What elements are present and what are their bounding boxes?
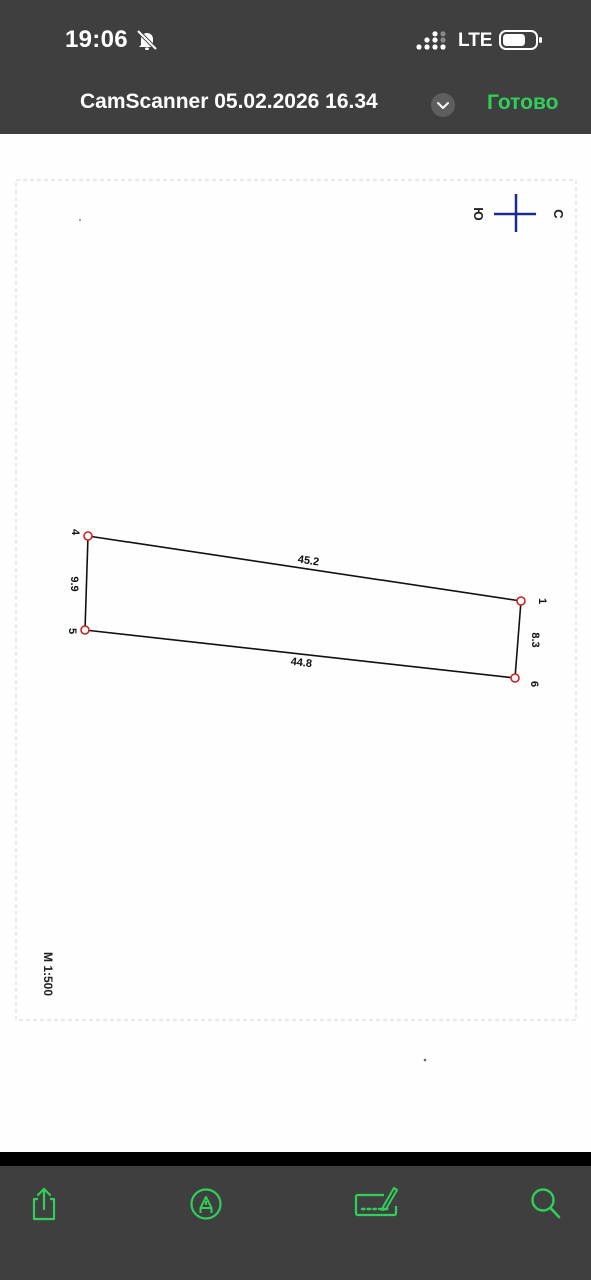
markup-icon xyxy=(190,1188,222,1220)
plot-point xyxy=(516,596,526,606)
done-button[interactable]: Готово xyxy=(487,91,558,115)
chevron-down-icon xyxy=(437,102,449,109)
share-icon xyxy=(32,1187,56,1221)
document-preview: С Ю 45.2 9.9 44.8 8.3 1 4 5 6 М 1:500 xyxy=(0,134,591,1152)
search-button[interactable] xyxy=(524,1182,568,1226)
signature-icon xyxy=(354,1187,398,1217)
plot-point xyxy=(80,625,90,635)
point-label: 5 xyxy=(66,628,78,634)
plot-edge xyxy=(514,600,522,679)
status-time: 19:06 xyxy=(65,26,128,53)
plot-edge xyxy=(84,535,89,631)
signature-button[interactable] xyxy=(354,1182,398,1226)
nav-bar: CamScanner 05.02.2026 16.34 Готово xyxy=(0,80,591,134)
plot-drawing: С Ю 45.2 9.9 44.8 8.3 1 4 5 6 М 1:500 xyxy=(15,179,577,1062)
point-label: 1 xyxy=(536,598,548,604)
compass-icon xyxy=(494,194,536,232)
divider xyxy=(0,1152,591,1166)
bottom-toolbar xyxy=(0,1166,591,1280)
signal-icon xyxy=(416,31,446,50)
status-bar: 19:06 LTE xyxy=(0,0,591,80)
compass-south-label: Ю xyxy=(471,207,486,220)
title-menu-button[interactable] xyxy=(431,93,455,117)
share-button[interactable] xyxy=(22,1182,66,1226)
page-border xyxy=(15,179,577,1021)
document-title[interactable]: CamScanner 05.02.2026 16.34 xyxy=(80,90,378,114)
plot-point xyxy=(83,531,93,541)
search-icon xyxy=(531,1188,561,1219)
point-label: 6 xyxy=(528,681,540,687)
plot-point xyxy=(510,673,520,683)
edge-label: 9.9 xyxy=(68,576,80,591)
plot-edge xyxy=(87,535,522,602)
point-label: 4 xyxy=(69,529,81,536)
edge-label: 45.2 xyxy=(297,554,320,569)
network-label: LTE xyxy=(458,30,493,51)
battery-icon xyxy=(499,30,542,50)
plot-edge xyxy=(84,629,516,679)
bell-slash-icon xyxy=(136,29,158,51)
edge-label: 8.3 xyxy=(529,632,541,647)
scale-label: М 1:500 xyxy=(41,952,55,996)
compass-north-label: С xyxy=(551,209,566,219)
markup-button[interactable] xyxy=(184,1182,228,1226)
edge-label: 44.8 xyxy=(290,656,313,670)
